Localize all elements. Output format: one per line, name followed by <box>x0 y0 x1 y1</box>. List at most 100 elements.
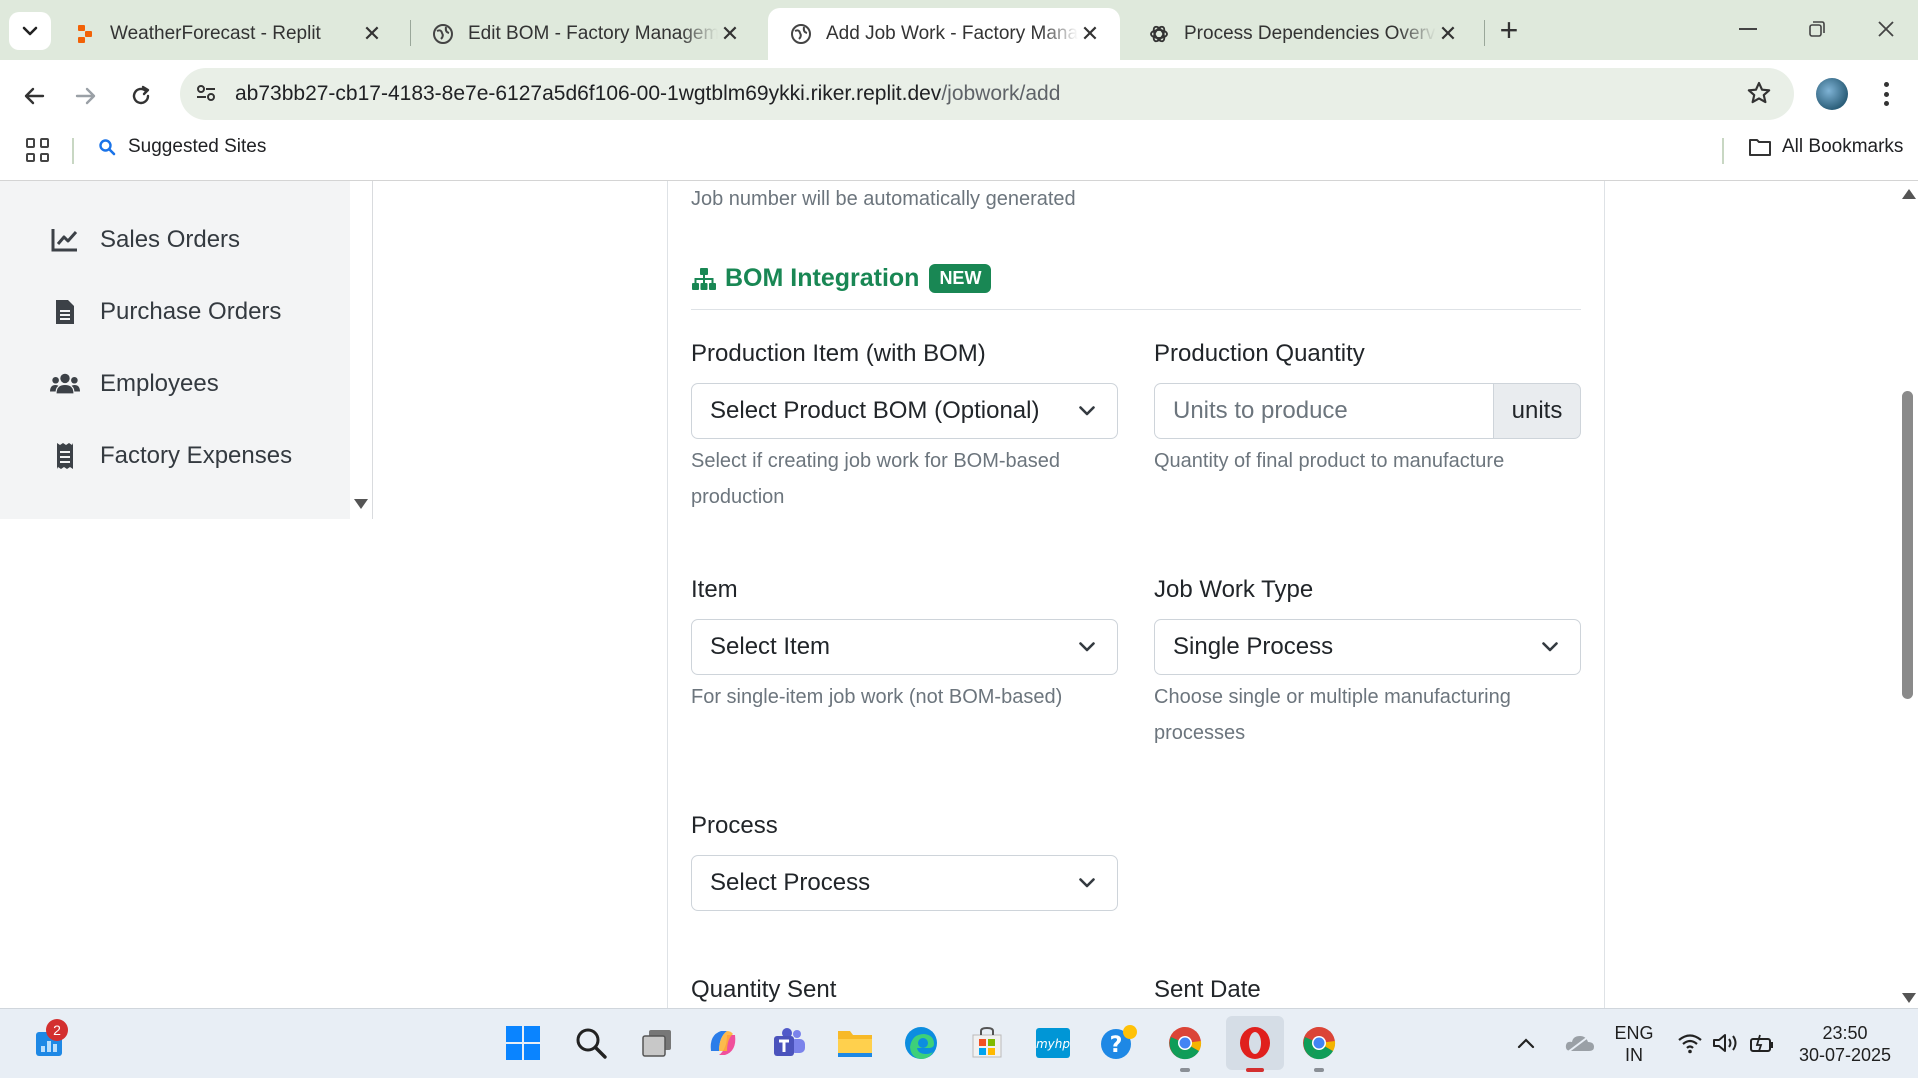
quantity-sent-label: Quantity Sent <box>691 976 837 1003</box>
production-item-help: Select if creating job work for BOM-base… <box>691 450 1061 508</box>
close-tab-icon[interactable]: ✕ <box>718 21 742 46</box>
sidebar-item-purchase-orders[interactable]: Purchase Orders <box>50 297 281 327</box>
close-tab-icon[interactable]: ✕ <box>1078 21 1102 46</box>
page-scrollbar[interactable] <box>1898 181 1918 1008</box>
file-explorer-icon[interactable] <box>834 1022 876 1064</box>
job-work-type-label: Job Work Type <box>1154 576 1314 603</box>
production-quantity-placeholder: Units to produce <box>1173 397 1348 424</box>
sidebar-item-factory-expenses[interactable]: Factory Expenses <box>50 441 292 471</box>
scroll-down-icon[interactable] <box>1902 993 1916 1003</box>
globe-icon <box>790 23 812 45</box>
back-icon[interactable] <box>16 78 52 114</box>
teams-icon[interactable] <box>768 1022 810 1064</box>
process-selected: Select Process <box>710 869 871 896</box>
process-select[interactable]: Select Process <box>691 855 1118 911</box>
page-viewport: Sales Orders Purchase Orders Employees F… <box>0 181 1898 1008</box>
browser-menu-icon[interactable] <box>1876 78 1896 110</box>
show-hidden-icons-icon[interactable] <box>1506 1022 1546 1064</box>
svg-text:?: ? <box>1110 1033 1123 1058</box>
production-quantity-help: Quantity of final product to manufacture <box>1154 450 1505 472</box>
chevron-down-icon <box>1540 637 1560 657</box>
sidebar-border <box>372 181 373 519</box>
language-indicator[interactable]: ENG IN <box>1606 1022 1662 1066</box>
volume-icon[interactable] <box>1706 1022 1746 1064</box>
help-icon[interactable]: ? <box>1098 1022 1140 1064</box>
language-code: ENG <box>1614 1023 1654 1043</box>
sent-date-label: Sent Date <box>1154 976 1261 1003</box>
tab-title: Process Dependencies Overview <box>1184 23 1436 44</box>
tab-search-button[interactable] <box>9 12 51 50</box>
onedrive-icon[interactable] <box>1560 1022 1600 1064</box>
url-text[interactable]: ab73bb27-cb17-4183-8e7e-6127a5d6f106-00-… <box>235 82 1060 106</box>
sidebar-item-employees[interactable]: Employees <box>50 369 219 399</box>
close-tab-icon[interactable]: ✕ <box>360 21 384 46</box>
forward-icon[interactable] <box>68 78 104 114</box>
microsoft-store-icon[interactable] <box>966 1022 1008 1064</box>
tab-title: WeatherForecast - Replit <box>110 23 321 44</box>
chrome-icon[interactable] <box>1164 1022 1206 1064</box>
suggested-sites-bookmark[interactable]: Suggested Sites <box>98 136 266 158</box>
bookmark-star-icon[interactable] <box>1744 78 1774 108</box>
users-icon <box>50 369 80 399</box>
item-select[interactable]: Select Item <box>691 619 1118 675</box>
wifi-icon[interactable] <box>1670 1022 1710 1064</box>
close-window-icon[interactable] <box>1866 12 1906 46</box>
opera-icon[interactable] <box>1226 1016 1284 1070</box>
sidebar-item-label: Purchase Orders <box>100 298 282 325</box>
scrollbar-thumb[interactable] <box>1902 391 1913 699</box>
sidebar-item-label: Employees <box>100 370 219 397</box>
chrome-icon[interactable] <box>1298 1022 1340 1064</box>
process-label: Process <box>691 812 778 839</box>
folder-icon <box>1749 139 1771 156</box>
item-selected: Select Item <box>710 633 831 660</box>
profile-avatar[interactable] <box>1816 78 1848 110</box>
section-divider <box>691 309 1581 310</box>
job-work-type-select[interactable]: Single Process <box>1154 619 1581 675</box>
clock[interactable]: 23:50 30-07-2025 <box>1790 1022 1900 1066</box>
job-work-type-selected: Single Process <box>1173 633 1334 660</box>
production-quantity-input[interactable]: Units to produce <box>1154 383 1494 439</box>
tab-process-dependencies[interactable]: Process Dependencies Overview ✕ <box>1126 8 1478 60</box>
site-info-icon[interactable] <box>192 79 220 107</box>
svg-text:myhp: myhp <box>1036 1037 1070 1051</box>
battery-icon[interactable] <box>1742 1022 1782 1064</box>
production-item-selected: Select Product BOM (Optional) <box>710 397 1040 424</box>
myhp-icon[interactable]: myhp <box>1032 1022 1074 1064</box>
active-indicator <box>1246 1068 1264 1072</box>
tab-add-job-work[interactable]: Add Job Work - Factory Management ✕ <box>768 8 1120 60</box>
new-tab-button[interactable]: + <box>1494 12 1524 48</box>
new-badge: NEW <box>929 264 992 293</box>
job-number-help: Job number will be automatically generat… <box>691 188 1076 210</box>
all-bookmarks-button[interactable]: All Bookmarks <box>1748 136 1903 158</box>
units-addon: units <box>1494 383 1581 439</box>
sidebar-scroll-down-icon[interactable] <box>354 499 368 509</box>
chevron-down-icon <box>1077 873 1097 893</box>
chevron-down-icon <box>22 26 38 36</box>
url-path: /jobwork/add <box>941 82 1061 105</box>
search-icon <box>99 139 116 156</box>
apps-grid-icon[interactable] <box>26 138 50 162</box>
sitemap-icon <box>692 267 716 290</box>
windows-start-icon[interactable] <box>502 1022 544 1064</box>
edge-icon[interactable] <box>900 1022 942 1064</box>
scroll-up-icon[interactable] <box>1902 189 1916 199</box>
restore-icon[interactable] <box>1797 12 1837 46</box>
all-bookmarks-label: All Bookmarks <box>1782 136 1904 157</box>
bookmark-separator <box>1722 138 1724 164</box>
production-item-select[interactable]: Select Product BOM (Optional) <box>691 383 1118 439</box>
close-tab-icon[interactable]: ✕ <box>1436 21 1460 46</box>
search-icon[interactable] <box>570 1022 612 1064</box>
production-item-label: Production Item (with BOM) <box>691 340 986 367</box>
tab-weatherforecast[interactable]: WeatherForecast - Replit ✕ <box>52 8 402 60</box>
sidebar-item-sales-orders[interactable]: Sales Orders <box>50 225 240 255</box>
reload-icon[interactable] <box>123 78 159 114</box>
item-help: For single-item job work (not BOM-based) <box>691 686 1063 708</box>
minimize-icon[interactable] <box>1728 12 1768 46</box>
clock-date: 30-07-2025 <box>1798 1045 1892 1065</box>
tab-edit-bom[interactable]: Edit BOM - Factory Management ✕ <box>410 8 760 60</box>
clock-time: 23:50 <box>1822 1023 1868 1043</box>
bookmark-separator <box>72 138 74 164</box>
copilot-icon[interactable] <box>702 1022 744 1064</box>
url-host: ab73bb27-cb17-4183-8e7e-6127a5d6f106-00-… <box>235 82 942 105</box>
task-view-icon[interactable] <box>636 1022 678 1064</box>
